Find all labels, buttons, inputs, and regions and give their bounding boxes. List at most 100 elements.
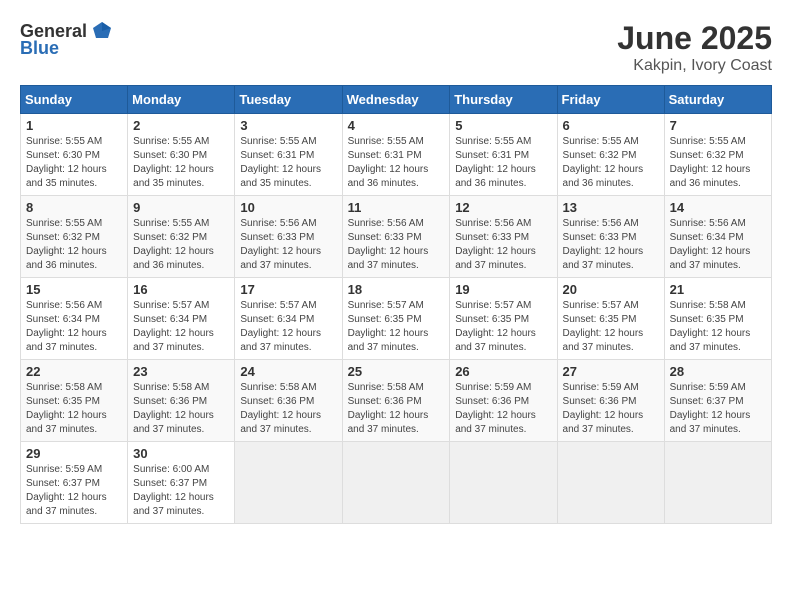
- day-number: 10: [240, 200, 336, 215]
- day-number: 3: [240, 118, 336, 133]
- day-number: 30: [133, 446, 229, 461]
- day-info: Sunrise: 5:58 AM Sunset: 6:35 PM Dayligh…: [26, 381, 122, 437]
- day-number: 22: [26, 364, 122, 379]
- calendar-week-row: 1 Sunrise: 5:55 AM Sunset: 6:30 PM Dayli…: [21, 114, 772, 196]
- day-info: Sunrise: 5:55 AM Sunset: 6:32 PM Dayligh…: [133, 217, 229, 273]
- location-title: Kakpin, Ivory Coast: [617, 57, 772, 75]
- day-info: Sunrise: 5:56 AM Sunset: 6:33 PM Dayligh…: [455, 217, 551, 273]
- title-area: June 2025 Kakpin, Ivory Coast: [617, 20, 772, 75]
- day-number: 7: [670, 118, 766, 133]
- calendar-week-row: 22 Sunrise: 5:58 AM Sunset: 6:35 PM Dayl…: [21, 360, 772, 442]
- header-saturday: Saturday: [664, 86, 771, 114]
- table-row: 29 Sunrise: 5:59 AM Sunset: 6:37 PM Dayl…: [21, 442, 128, 524]
- day-info: Sunrise: 5:59 AM Sunset: 6:37 PM Dayligh…: [26, 463, 122, 519]
- day-number: 24: [240, 364, 336, 379]
- day-info: Sunrise: 5:59 AM Sunset: 6:37 PM Dayligh…: [670, 381, 766, 437]
- day-info: Sunrise: 5:57 AM Sunset: 6:35 PM Dayligh…: [348, 299, 445, 355]
- month-title: June 2025: [617, 20, 772, 57]
- header-monday: Monday: [128, 86, 235, 114]
- table-row: 26 Sunrise: 5:59 AM Sunset: 6:36 PM Dayl…: [450, 360, 557, 442]
- table-row: [342, 442, 450, 524]
- day-info: Sunrise: 5:56 AM Sunset: 6:33 PM Dayligh…: [563, 217, 659, 273]
- table-row: 11 Sunrise: 5:56 AM Sunset: 6:33 PM Dayl…: [342, 196, 450, 278]
- table-row: 25 Sunrise: 5:58 AM Sunset: 6:36 PM Dayl…: [342, 360, 450, 442]
- day-info: Sunrise: 5:57 AM Sunset: 6:34 PM Dayligh…: [133, 299, 229, 355]
- table-row: 18 Sunrise: 5:57 AM Sunset: 6:35 PM Dayl…: [342, 278, 450, 360]
- day-info: Sunrise: 5:56 AM Sunset: 6:34 PM Dayligh…: [26, 299, 122, 355]
- table-row: 22 Sunrise: 5:58 AM Sunset: 6:35 PM Dayl…: [21, 360, 128, 442]
- calendar-week-row: 8 Sunrise: 5:55 AM Sunset: 6:32 PM Dayli…: [21, 196, 772, 278]
- table-row: 12 Sunrise: 5:56 AM Sunset: 6:33 PM Dayl…: [450, 196, 557, 278]
- day-number: 14: [670, 200, 766, 215]
- table-row: 10 Sunrise: 5:56 AM Sunset: 6:33 PM Dayl…: [235, 196, 342, 278]
- day-info: Sunrise: 5:58 AM Sunset: 6:36 PM Dayligh…: [133, 381, 229, 437]
- table-row: 14 Sunrise: 5:56 AM Sunset: 6:34 PM Dayl…: [664, 196, 771, 278]
- weekday-header-row: Sunday Monday Tuesday Wednesday Thursday…: [21, 86, 772, 114]
- table-row: 19 Sunrise: 5:57 AM Sunset: 6:35 PM Dayl…: [450, 278, 557, 360]
- table-row: 17 Sunrise: 5:57 AM Sunset: 6:34 PM Dayl…: [235, 278, 342, 360]
- day-number: 27: [563, 364, 659, 379]
- day-info: Sunrise: 5:57 AM Sunset: 6:34 PM Dayligh…: [240, 299, 336, 355]
- table-row: [664, 442, 771, 524]
- day-number: 25: [348, 364, 445, 379]
- day-number: 11: [348, 200, 445, 215]
- day-number: 21: [670, 282, 766, 297]
- day-number: 23: [133, 364, 229, 379]
- day-number: 28: [670, 364, 766, 379]
- day-info: Sunrise: 5:59 AM Sunset: 6:36 PM Dayligh…: [455, 381, 551, 437]
- day-info: Sunrise: 5:55 AM Sunset: 6:30 PM Dayligh…: [133, 135, 229, 191]
- day-number: 19: [455, 282, 551, 297]
- day-info: Sunrise: 5:58 AM Sunset: 6:35 PM Dayligh…: [670, 299, 766, 355]
- table-row: 21 Sunrise: 5:58 AM Sunset: 6:35 PM Dayl…: [664, 278, 771, 360]
- table-row: 7 Sunrise: 5:55 AM Sunset: 6:32 PM Dayli…: [664, 114, 771, 196]
- day-number: 4: [348, 118, 445, 133]
- header-wednesday: Wednesday: [342, 86, 450, 114]
- table-row: [557, 442, 664, 524]
- day-number: 5: [455, 118, 551, 133]
- table-row: 3 Sunrise: 5:55 AM Sunset: 6:31 PM Dayli…: [235, 114, 342, 196]
- day-number: 16: [133, 282, 229, 297]
- day-info: Sunrise: 5:57 AM Sunset: 6:35 PM Dayligh…: [563, 299, 659, 355]
- day-info: Sunrise: 5:56 AM Sunset: 6:33 PM Dayligh…: [348, 217, 445, 273]
- table-row: [235, 442, 342, 524]
- table-row: 23 Sunrise: 5:58 AM Sunset: 6:36 PM Dayl…: [128, 360, 235, 442]
- table-row: 13 Sunrise: 5:56 AM Sunset: 6:33 PM Dayl…: [557, 196, 664, 278]
- table-row: 2 Sunrise: 5:55 AM Sunset: 6:30 PM Dayli…: [128, 114, 235, 196]
- table-row: 24 Sunrise: 5:58 AM Sunset: 6:36 PM Dayl…: [235, 360, 342, 442]
- day-info: Sunrise: 5:55 AM Sunset: 6:32 PM Dayligh…: [26, 217, 122, 273]
- table-row: 8 Sunrise: 5:55 AM Sunset: 6:32 PM Dayli…: [21, 196, 128, 278]
- day-info: Sunrise: 5:56 AM Sunset: 6:34 PM Dayligh…: [670, 217, 766, 273]
- day-info: Sunrise: 5:57 AM Sunset: 6:35 PM Dayligh…: [455, 299, 551, 355]
- day-number: 6: [563, 118, 659, 133]
- table-row: 16 Sunrise: 5:57 AM Sunset: 6:34 PM Dayl…: [128, 278, 235, 360]
- day-number: 9: [133, 200, 229, 215]
- header-tuesday: Tuesday: [235, 86, 342, 114]
- table-row: 30 Sunrise: 6:00 AM Sunset: 6:37 PM Dayl…: [128, 442, 235, 524]
- day-number: 13: [563, 200, 659, 215]
- header-friday: Friday: [557, 86, 664, 114]
- table-row: 27 Sunrise: 5:59 AM Sunset: 6:36 PM Dayl…: [557, 360, 664, 442]
- day-info: Sunrise: 6:00 AM Sunset: 6:37 PM Dayligh…: [133, 463, 229, 519]
- logo-flag-icon: [91, 20, 113, 42]
- day-info: Sunrise: 5:55 AM Sunset: 6:32 PM Dayligh…: [670, 135, 766, 191]
- day-number: 18: [348, 282, 445, 297]
- table-row: 15 Sunrise: 5:56 AM Sunset: 6:34 PM Dayl…: [21, 278, 128, 360]
- day-number: 2: [133, 118, 229, 133]
- calendar-week-row: 29 Sunrise: 5:59 AM Sunset: 6:37 PM Dayl…: [21, 442, 772, 524]
- table-row: 4 Sunrise: 5:55 AM Sunset: 6:31 PM Dayli…: [342, 114, 450, 196]
- header-thursday: Thursday: [450, 86, 557, 114]
- day-number: 12: [455, 200, 551, 215]
- table-row: 28 Sunrise: 5:59 AM Sunset: 6:37 PM Dayl…: [664, 360, 771, 442]
- logo: General Blue: [20, 20, 113, 59]
- calendar-week-row: 15 Sunrise: 5:56 AM Sunset: 6:34 PM Dayl…: [21, 278, 772, 360]
- day-info: Sunrise: 5:58 AM Sunset: 6:36 PM Dayligh…: [348, 381, 445, 437]
- header-sunday: Sunday: [21, 86, 128, 114]
- table-row: 5 Sunrise: 5:55 AM Sunset: 6:31 PM Dayli…: [450, 114, 557, 196]
- calendar-table: Sunday Monday Tuesday Wednesday Thursday…: [20, 85, 772, 524]
- day-number: 26: [455, 364, 551, 379]
- table-row: 1 Sunrise: 5:55 AM Sunset: 6:30 PM Dayli…: [21, 114, 128, 196]
- day-number: 20: [563, 282, 659, 297]
- table-row: 6 Sunrise: 5:55 AM Sunset: 6:32 PM Dayli…: [557, 114, 664, 196]
- logo-blue-text: Blue: [20, 38, 59, 59]
- day-number: 1: [26, 118, 122, 133]
